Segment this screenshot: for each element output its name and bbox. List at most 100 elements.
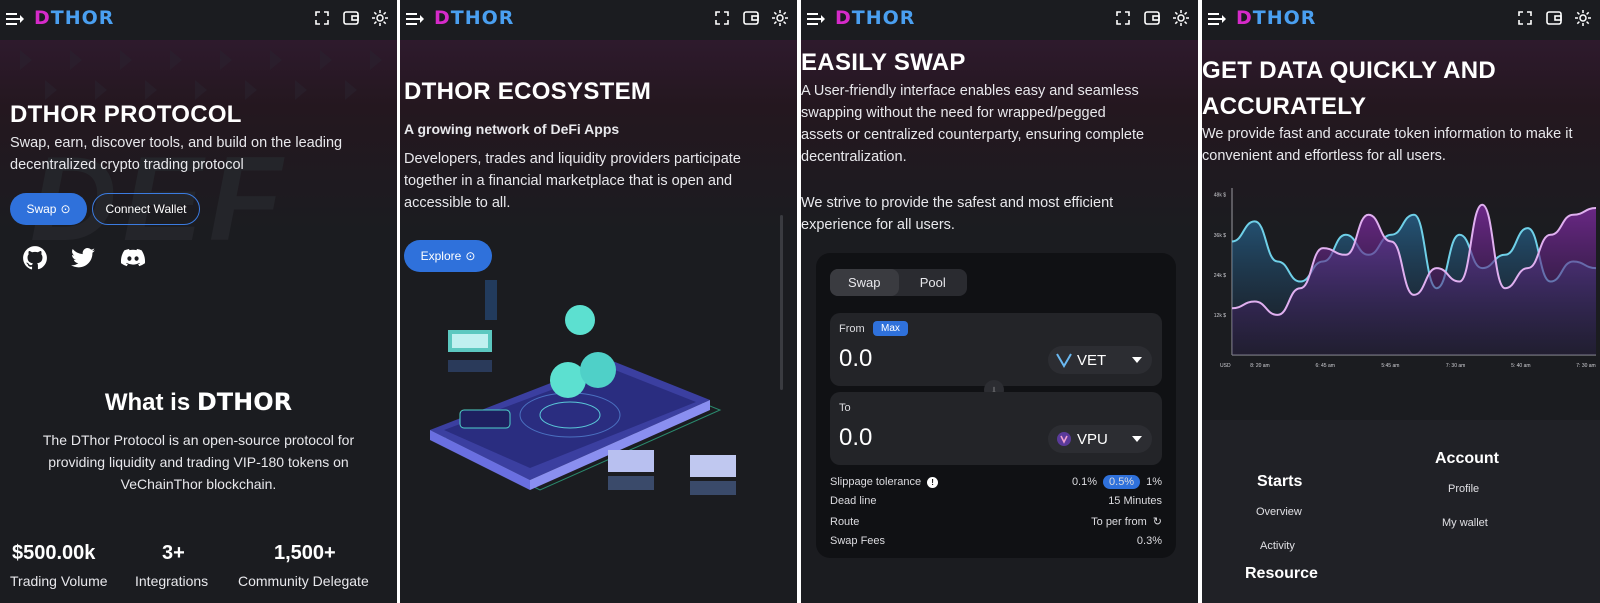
from-amount-input[interactable]: 0.0 [839, 345, 872, 373]
slippage-row: Slippage tolerance ! 0.1% 0.5% 1% [830, 475, 1162, 489]
to-amount-input[interactable]: 0.0 [839, 424, 872, 452]
route-value: To per from [1091, 515, 1147, 528]
top-icons [1516, 9, 1592, 27]
deadline-label: Dead line [830, 495, 877, 507]
menu-icon[interactable] [6, 12, 24, 26]
fullscreen-icon[interactable] [1516, 9, 1534, 27]
footer-link-profile[interactable]: Profile [1448, 483, 1479, 495]
to-token-select[interactable]: VPU [1048, 425, 1152, 453]
chevron-down-icon [1132, 357, 1142, 363]
route-row: Route To per from ↻ [830, 515, 1162, 529]
slippage-option-0-1[interactable]: 0.1% [1072, 476, 1097, 488]
y-tick-label: 36k $ [1214, 233, 1226, 239]
x-tick-label: 5: 40 am [1511, 363, 1530, 369]
footer-link-my-wallet[interactable]: My wallet [1442, 517, 1488, 529]
top-bar: DTHOR [400, 0, 797, 40]
swap-card: Swap Pool From Max 0.0 VET ↓ To 0.0 VPU … [816, 253, 1176, 558]
top-icons [1114, 9, 1190, 27]
menu-icon[interactable] [1208, 12, 1226, 26]
route-value-group: To per from ↻ [1091, 515, 1162, 529]
vpu-icon [1057, 432, 1071, 446]
swap-tabs: Swap Pool [830, 269, 967, 296]
x-tick-label: 5:45 am [1381, 363, 1399, 369]
swap-description: A User-friendly interface enables easy a… [801, 83, 1145, 165]
logo[interactable]: DTHOR [434, 7, 514, 29]
what-is-text: What is [104, 389, 191, 416]
logo-rest: THOR [851, 7, 916, 29]
data-description: We provide fast and accurate token infor… [1202, 126, 1573, 164]
gear-icon[interactable] [1574, 9, 1592, 27]
refresh-icon[interactable]: ↻ [1153, 515, 1162, 528]
tab-pool[interactable]: Pool [899, 269, 968, 296]
fullscreen-icon[interactable] [713, 9, 731, 27]
explore-button[interactable]: Explore ⊙ [404, 240, 492, 272]
what-is-logo: DTHOR [196, 388, 293, 416]
ecosystem-description: Developers, trades and liquidity provide… [404, 151, 741, 211]
twitter-icon[interactable] [70, 245, 96, 271]
subtitle: A growing network of DeFi Apps [404, 121, 620, 137]
github-icon[interactable] [22, 245, 48, 271]
swap-button[interactable]: Swap ⊙ [10, 193, 87, 225]
fees-value: 0.3% [1136, 535, 1162, 547]
stat-integrations-value: 3+ [162, 542, 185, 564]
max-button[interactable]: Max [873, 321, 908, 336]
from-token-select[interactable]: VET [1048, 346, 1152, 374]
logo-rest: THOR [450, 7, 515, 29]
gear-icon[interactable] [371, 9, 389, 27]
footer: Starts Overview Activity Account Profile… [1202, 420, 1600, 603]
logo-initial: D [1236, 7, 1253, 29]
subtitle: Swap, earn, discover tools, and build on… [10, 135, 343, 173]
y-tick-label: 48k $ [1214, 193, 1226, 199]
logo-initial: D [34, 7, 51, 29]
gear-icon[interactable] [1172, 9, 1190, 27]
fullscreen-icon[interactable] [1114, 9, 1132, 27]
footer-link-overview[interactable]: Overview [1256, 506, 1302, 518]
slippage-option-0-5[interactable]: 0.5% [1103, 475, 1141, 489]
tab-swap[interactable]: Swap [830, 269, 899, 296]
y-axis-unit: USD [1220, 363, 1231, 369]
x-tick-label: 7: 30 am [1576, 363, 1595, 369]
fullscreen-icon[interactable] [313, 9, 331, 27]
from-token-label: VET [1077, 351, 1107, 369]
stat-community-label: Community Delegate [238, 573, 369, 589]
page-title: GET DATA QUICKLY AND ACCURATELY [1202, 57, 1497, 120]
top-bar: DTHOR [1202, 0, 1600, 40]
stat-volume-value: $500.00k [12, 542, 96, 564]
logo[interactable]: DTHOR [34, 7, 114, 29]
deadline-value: 15 Minutes [1108, 495, 1162, 507]
to-field: To 0.0 VPU [830, 392, 1162, 465]
stat-community-value: 1,500+ [274, 542, 336, 564]
connect-wallet-button[interactable]: Connect Wallet [92, 193, 200, 225]
page-title: DTHOR ECOSYSTEM [404, 78, 652, 105]
slippage-option-1[interactable]: 1% [1146, 476, 1162, 488]
footer-link-activity[interactable]: Activity [1260, 540, 1295, 552]
panel-ecosystem: DTHOR DTHOR ECOSYSTEM A growing network … [400, 0, 797, 603]
stat-integrations-label: Integrations [135, 573, 209, 589]
arrow-circle-icon: ⊙ [60, 202, 71, 216]
menu-icon[interactable] [406, 12, 424, 26]
logo[interactable]: DTHOR [835, 7, 915, 29]
panel-protocol: DEF DTHOR DTHOR PROTOCOL Swap, earn, dis… [0, 0, 397, 603]
scrollbar[interactable] [780, 215, 783, 390]
y-tick-label: 24k $ [1214, 273, 1226, 279]
footer-heading-starts: Starts [1257, 473, 1303, 490]
wallet-icon[interactable] [742, 9, 760, 27]
menu-icon[interactable] [807, 12, 825, 26]
footer-heading-resource: Resource [1245, 565, 1318, 582]
top-icons [713, 9, 789, 27]
panel-swap: DTHOR EASILY SWAP A User-friendly interf… [801, 0, 1198, 603]
discord-icon[interactable] [120, 245, 146, 271]
phone-illustration [430, 280, 736, 495]
swap-button-label: Swap [26, 202, 57, 216]
wallet-icon[interactable] [1545, 9, 1563, 27]
page-title: EASILY SWAP [801, 49, 966, 76]
to-token-label: VPU [1077, 430, 1108, 448]
wallet-icon[interactable] [1143, 9, 1161, 27]
logo[interactable]: DTHOR [1236, 7, 1316, 29]
wallet-icon[interactable] [342, 9, 360, 27]
page-title: DTHOR PROTOCOL [10, 101, 242, 128]
from-label: From [839, 323, 865, 335]
to-label: To [839, 402, 851, 414]
gear-icon[interactable] [771, 9, 789, 27]
fees-label: Swap Fees [830, 535, 886, 547]
